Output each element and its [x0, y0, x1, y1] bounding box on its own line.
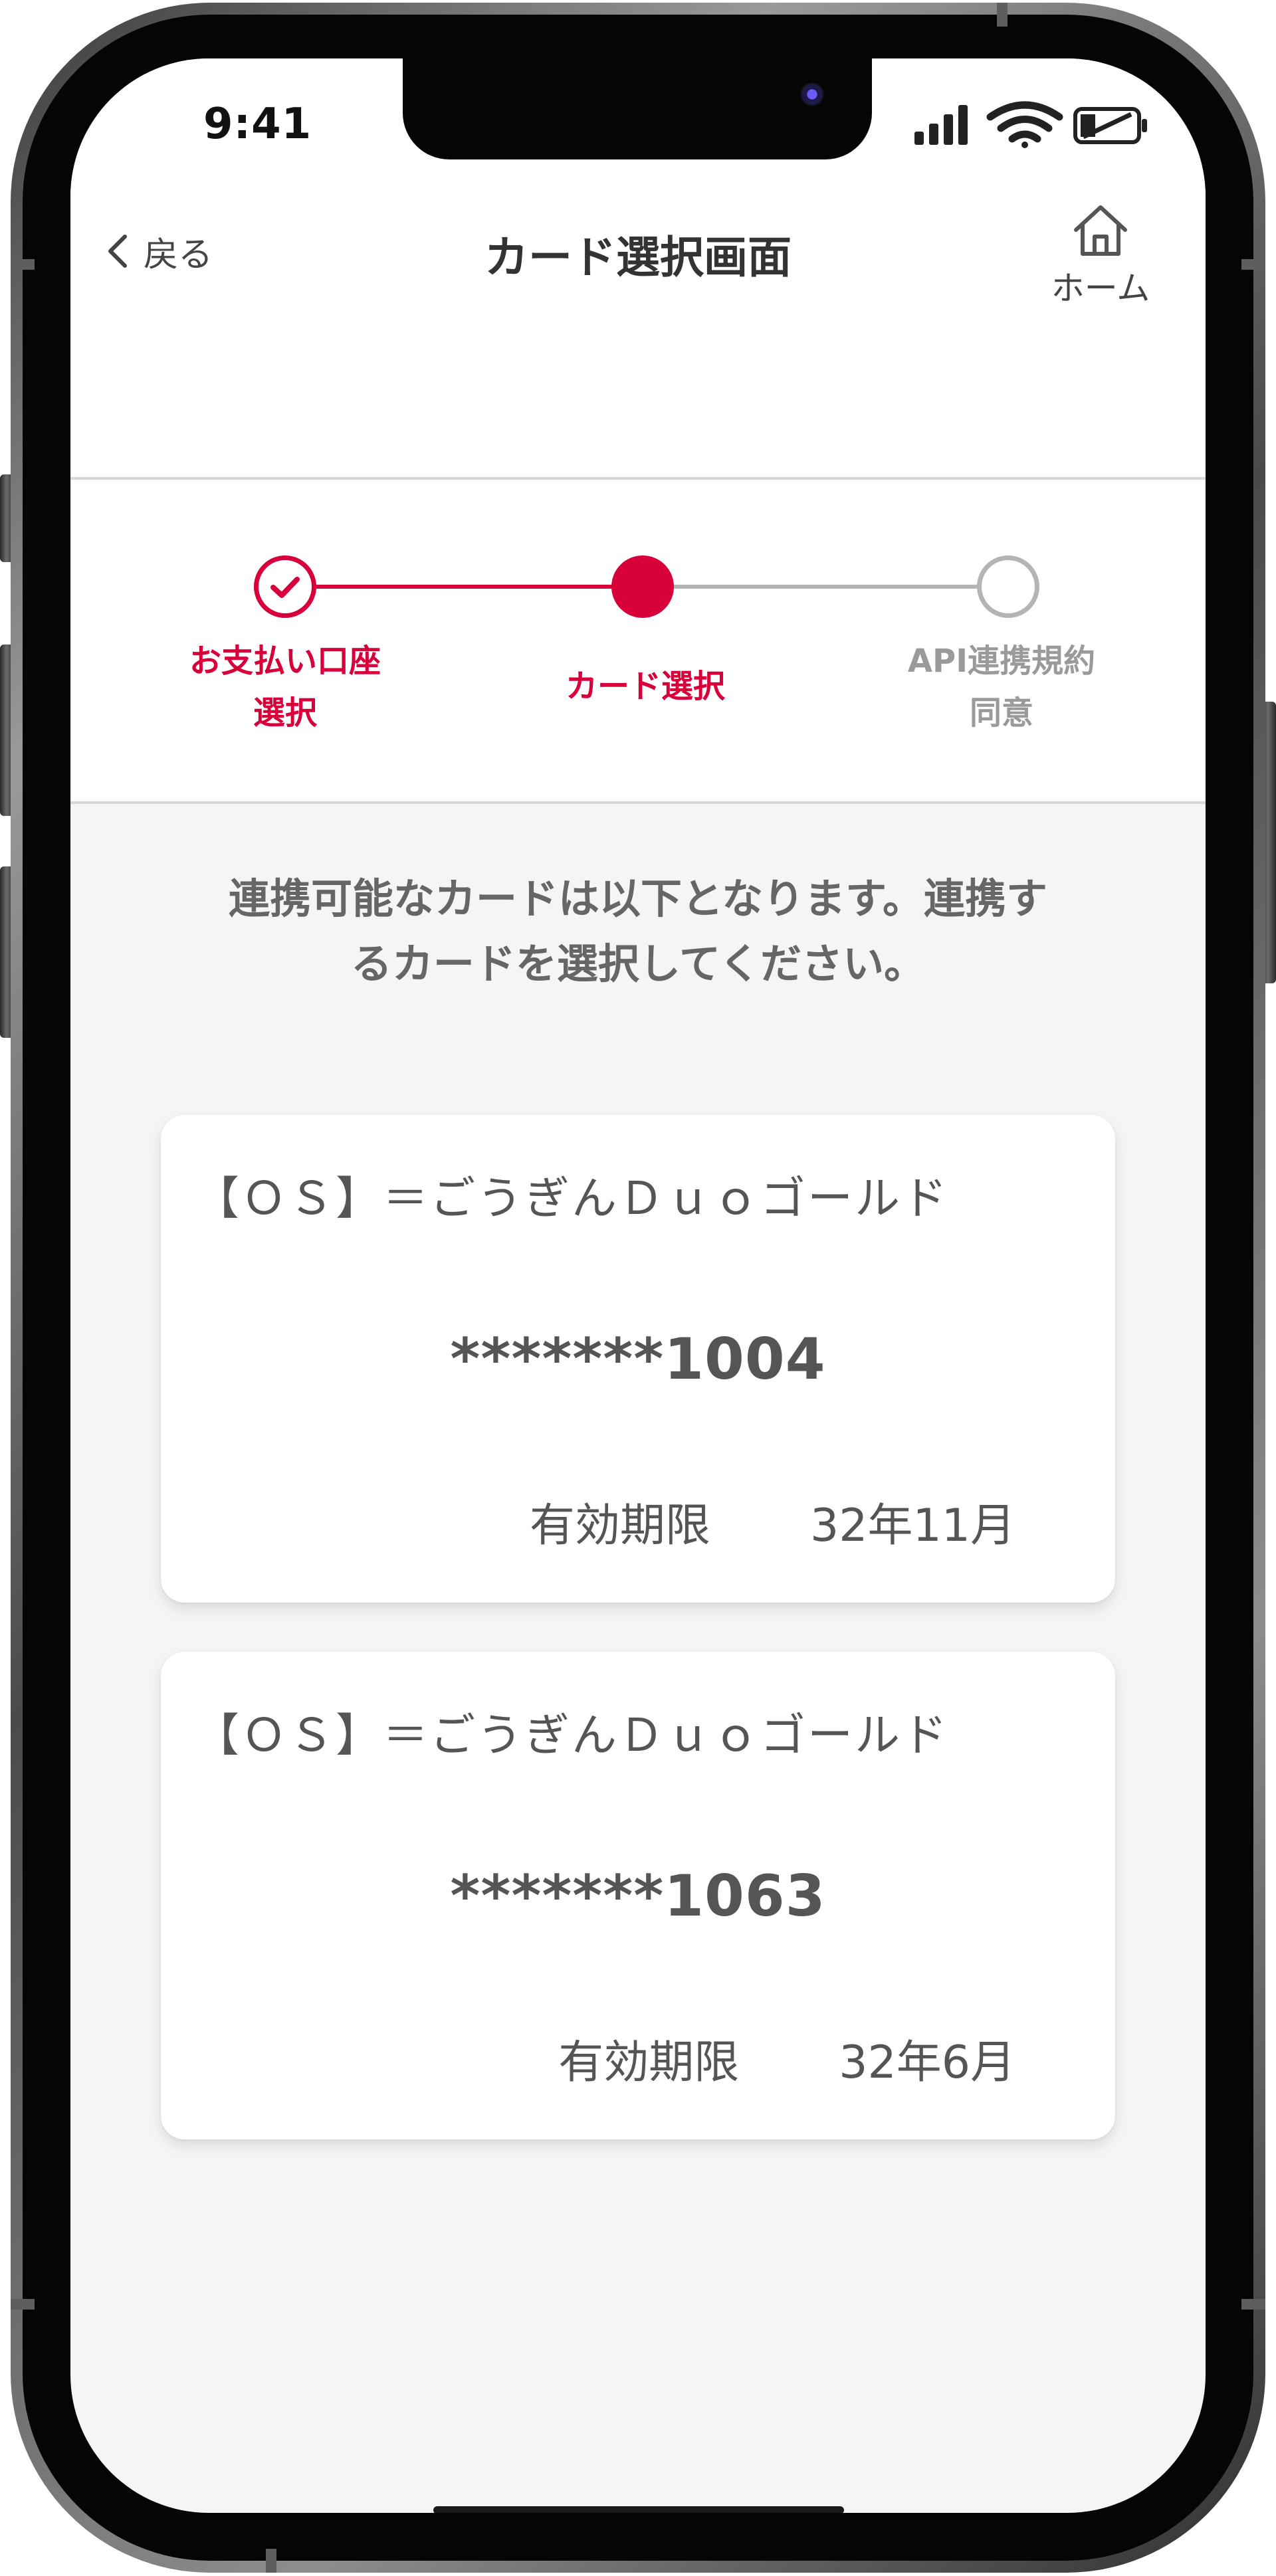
cellular-signal-icon — [914, 105, 968, 145]
step-3-label: API連携規約 同意 — [875, 635, 1128, 739]
home-icon — [1074, 205, 1127, 256]
card-expiry: 有効期限 32年11月 — [530, 1488, 1015, 1554]
expiry-value: 32年6月 — [839, 2036, 1015, 2089]
home-button[interactable]: ホーム — [1027, 203, 1174, 316]
back-label: 戻る — [144, 235, 213, 275]
antenna-band — [266, 2549, 276, 2573]
antenna-band — [1241, 259, 1265, 270]
home-indicator — [433, 2506, 844, 2513]
battery-icon — [1073, 107, 1147, 144]
card-number: *******1063 — [450, 1863, 826, 1930]
step-2-label-line1: カード選択 — [565, 668, 725, 705]
instruction-line-1: 連携可能なカードは以下となります。連携す — [229, 874, 1047, 923]
check-icon — [270, 577, 300, 598]
step-1-label: お支払い口座 選択 — [159, 635, 411, 739]
step-1-label-line2: 選択 — [253, 694, 317, 732]
instruction-line-2: るカードを選択してください。 — [350, 940, 926, 988]
wifi-icon — [986, 101, 1063, 148]
stepper-line-completed — [288, 585, 663, 589]
status-bar: 9:41 — [70, 58, 1206, 198]
step-3-pending — [977, 555, 1039, 618]
expiry-label: 有効期限 — [558, 2036, 740, 2089]
expiry-value: 32年11月 — [809, 1500, 1015, 1552]
progress-stepper: お支払い口座 選択 カード選択 API連携規約 同意 — [70, 480, 1206, 804]
chevron-left-icon — [108, 235, 127, 268]
antenna-band — [997, 3, 1008, 27]
step-3-label-line1: API連携規約 — [907, 643, 1096, 680]
step-1-completed — [254, 555, 316, 618]
antenna-band — [11, 2299, 35, 2310]
front-camera-icon — [800, 82, 824, 106]
phone-screen: 9:41 戻る カード選択画面 ホーム お支払い口座 選択 カード選択 API連… — [70, 58, 1206, 2513]
card-expiry: 有効期限 32年6月 — [558, 2025, 1015, 2091]
card-name: 【ＯＳ】＝ごうぎんＤｕｏゴールド — [194, 1173, 950, 1225]
back-button[interactable]: 戻る — [105, 225, 213, 278]
card-option[interactable]: 【ＯＳ】＝ごうぎんＤｕｏゴールド *******1063 有効期限 32年6月 — [161, 1652, 1115, 2139]
card-name: 【ＯＳ】＝ごうぎんＤｕｏゴールド — [194, 1710, 950, 1762]
page-title: カード選択画面 — [484, 232, 792, 283]
step-2-label: カード選択 — [519, 660, 772, 712]
step-3-label-line2: 同意 — [969, 694, 1033, 732]
status-icons — [914, 101, 1147, 148]
status-time: 9:41 — [203, 100, 312, 149]
home-label: ホーム — [1051, 269, 1150, 308]
antenna-band — [11, 259, 35, 270]
card-option[interactable]: 【ＯＳ】＝ごうぎんＤｕｏゴールド *******1004 有効期限 32年11月 — [161, 1115, 1115, 1603]
card-number: *******1004 — [450, 1326, 826, 1393]
dynamic-notch — [403, 58, 872, 159]
instruction-text: 連携可能なカードは以下となります。連携す るカードを選択してください。 — [110, 866, 1166, 997]
stepper-line-pending — [663, 585, 1027, 589]
expiry-label: 有効期限 — [529, 1500, 710, 1552]
antenna-band — [1241, 2299, 1265, 2310]
step-1-label-line1: お支払い口座 — [189, 643, 381, 680]
step-2-current — [611, 555, 674, 618]
